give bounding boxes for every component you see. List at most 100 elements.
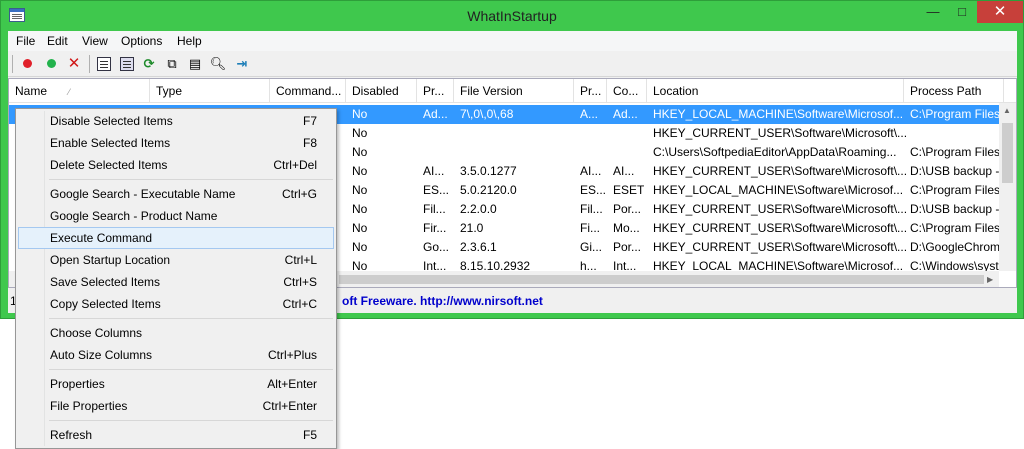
column-header-command[interactable]: Command... — [270, 79, 346, 103]
menu-item-label: Open Startup Location — [50, 253, 171, 267]
cell-product — [417, 124, 423, 143]
column-header-product-2[interactable]: Pr... — [574, 79, 607, 103]
menu-item-choose-columns[interactable]: Choose Columns — [18, 322, 334, 344]
menu-item-properties[interactable]: Properties Alt+Enter — [18, 373, 334, 395]
column-header-file-version[interactable]: File Version — [454, 79, 574, 103]
menu-item-label: Delete Selected Items — [50, 158, 168, 172]
list-header: Name ⁄ Type Command... Disabled Pr... Fi… — [9, 79, 1016, 103]
menu-item-execute-command[interactable]: Execute Command — [18, 227, 334, 249]
menu-item-label: Refresh — [50, 428, 93, 442]
menu-item-google-search-product[interactable]: Google Search - Product Name — [18, 205, 334, 227]
save-icon[interactable] — [118, 55, 136, 73]
menu-item-label: Execute Command — [50, 231, 153, 245]
menu-edit[interactable]: Edit — [47, 34, 68, 48]
title-bar[interactable]: WhatInStartup — □ ✕ — [1, 1, 1023, 31]
cell-disabled: No — [352, 183, 368, 197]
column-header-name[interactable]: Name ⁄ — [9, 79, 150, 103]
cell-product-2: AI... — [580, 164, 602, 178]
context-menu: Disable Selected Items F7 Enable Selected… — [15, 108, 337, 449]
menu-item-shortcut: F8 — [302, 136, 317, 150]
cell-location: HKEY_LOCAL_MACHINE\Software\Microsof... — [653, 107, 904, 121]
menu-separator — [49, 318, 333, 319]
cell-location: HKEY_CURRENT_USER\Software\Microsoft\... — [653, 221, 908, 235]
menu-item-shortcut: Ctrl+G — [281, 187, 317, 201]
menu-item-file-properties[interactable]: File Properties Ctrl+Enter — [18, 395, 334, 417]
disable-icon[interactable] — [18, 55, 36, 73]
menu-options[interactable]: Options — [121, 34, 162, 48]
column-header-disabled[interactable]: Disabled — [346, 79, 417, 103]
exit-icon[interactable]: ⇥ — [233, 55, 251, 73]
menu-bar: File Edit View Options Help — [8, 31, 1017, 51]
cell-disabled: No — [352, 126, 368, 140]
cell-disabled: No — [352, 259, 368, 271]
cell-file-version: 8.15.10.2932 — [460, 259, 531, 271]
enable-icon[interactable] — [42, 55, 60, 73]
scroll-right-icon[interactable]: ▶ — [987, 275, 993, 284]
menu-item-copy-selected[interactable]: Copy Selected Items Ctrl+C — [18, 293, 334, 315]
cell-company — [607, 124, 613, 143]
menu-item-shortcut: Ctrl+Plus — [267, 348, 317, 362]
cell-location: HKEY_CURRENT_USER\Software\Microsoft\... — [653, 126, 908, 140]
cell-process-path: D:\USB backup - — [910, 164, 1000, 178]
cell-location: HKEY_CURRENT_USER\Software\Microsoft\... — [653, 164, 908, 178]
menu-file[interactable]: File — [16, 34, 35, 48]
menu-item-label: Disable Selected Items — [50, 114, 173, 128]
cell-location: C:\Users\SoftpediaEditor\AppData\Roaming… — [653, 145, 897, 159]
menu-help[interactable]: Help — [177, 34, 202, 48]
cell-product: Int... — [423, 259, 447, 271]
cell-location: HKEY_CURRENT_USER\Software\Microsoft\... — [653, 240, 908, 254]
column-header-product[interactable]: Pr... — [417, 79, 454, 103]
cell-product-2: h... — [580, 259, 597, 271]
horizontal-scroll-thumb[interactable] — [339, 275, 984, 284]
close-button[interactable]: ✕ — [977, 1, 1023, 23]
cell-process-path: D:\GoogleChrom — [910, 240, 1001, 254]
menu-separator — [49, 369, 333, 370]
menu-item-label: Google Search - Product Name — [50, 209, 218, 223]
menu-item-delete-selected[interactable]: Delete Selected Items Ctrl+Del — [18, 154, 334, 176]
menu-item-shortcut: Ctrl+C — [282, 297, 317, 311]
menu-item-label: Enable Selected Items — [50, 136, 171, 150]
column-header-type[interactable]: Type — [150, 79, 270, 103]
cell-process-path: C:\Program Files — [910, 221, 1001, 235]
column-header-company[interactable]: Co... — [607, 79, 647, 103]
minimize-button[interactable]: — — [919, 1, 947, 23]
menu-item-open-startup-location[interactable]: Open Startup Location Ctrl+L — [18, 249, 334, 271]
cell-company: Por... — [613, 240, 642, 254]
menu-item-save-selected[interactable]: Save Selected Items Ctrl+S — [18, 271, 334, 293]
cell-file-version: 3.5.0.1277 — [460, 164, 517, 178]
vertical-scroll-thumb[interactable] — [1002, 123, 1013, 183]
columns-icon[interactable]: ▤ — [186, 55, 204, 73]
copy-icon[interactable]: ⧉ — [163, 55, 181, 73]
menu-item-refresh[interactable]: Refresh F5 — [18, 424, 334, 446]
cell-product: AI... — [423, 164, 445, 178]
vertical-scrollbar[interactable]: ▲ — [999, 103, 1016, 271]
menu-item-disable-selected[interactable]: Disable Selected Items F7 — [18, 110, 334, 132]
cell-disabled: No — [352, 202, 368, 216]
cell-product: ES... — [423, 183, 450, 197]
column-header-process-path[interactable]: Process Path — [904, 79, 1004, 103]
refresh-icon[interactable]: ⟳ — [140, 55, 158, 73]
menu-view[interactable]: View — [82, 34, 108, 48]
nirsoft-link[interactable]: oft Freeware. http://www.nirsoft.net — [342, 294, 543, 308]
cell-product-2 — [574, 143, 580, 162]
menu-item-shortcut: Alt+Enter — [267, 377, 317, 391]
menu-item-label: Choose Columns — [50, 326, 143, 340]
menu-item-shortcut: Ctrl+Enter — [262, 399, 317, 413]
delete-icon[interactable]: ✕ — [65, 55, 83, 73]
scroll-up-icon[interactable]: ▲ — [1003, 106, 1011, 115]
menu-separator — [49, 179, 333, 180]
menu-item-enable-selected[interactable]: Enable Selected Items F8 — [18, 132, 334, 154]
cell-process-path: C:\Program Files — [910, 145, 1001, 159]
column-header-location[interactable]: Location — [647, 79, 904, 103]
maximize-button[interactable]: □ — [948, 1, 976, 23]
search-icon[interactable]: 🔍︎ — [209, 55, 227, 73]
menu-item-google-search-exe[interactable]: Google Search - Executable Name Ctrl+G — [18, 183, 334, 205]
cell-disabled: No — [352, 107, 368, 121]
menu-item-auto-size-columns[interactable]: Auto Size Columns Ctrl+Plus — [18, 344, 334, 366]
properties-icon[interactable] — [95, 55, 113, 73]
cell-process-path: C:\Windows\syst — [910, 259, 999, 271]
cell-file-version: 2.2.0.0 — [460, 202, 497, 216]
cell-product-2: ES... — [580, 183, 607, 197]
menu-item-label: File Properties — [50, 399, 128, 413]
cell-process-path: D:\USB backup - — [910, 202, 1000, 216]
